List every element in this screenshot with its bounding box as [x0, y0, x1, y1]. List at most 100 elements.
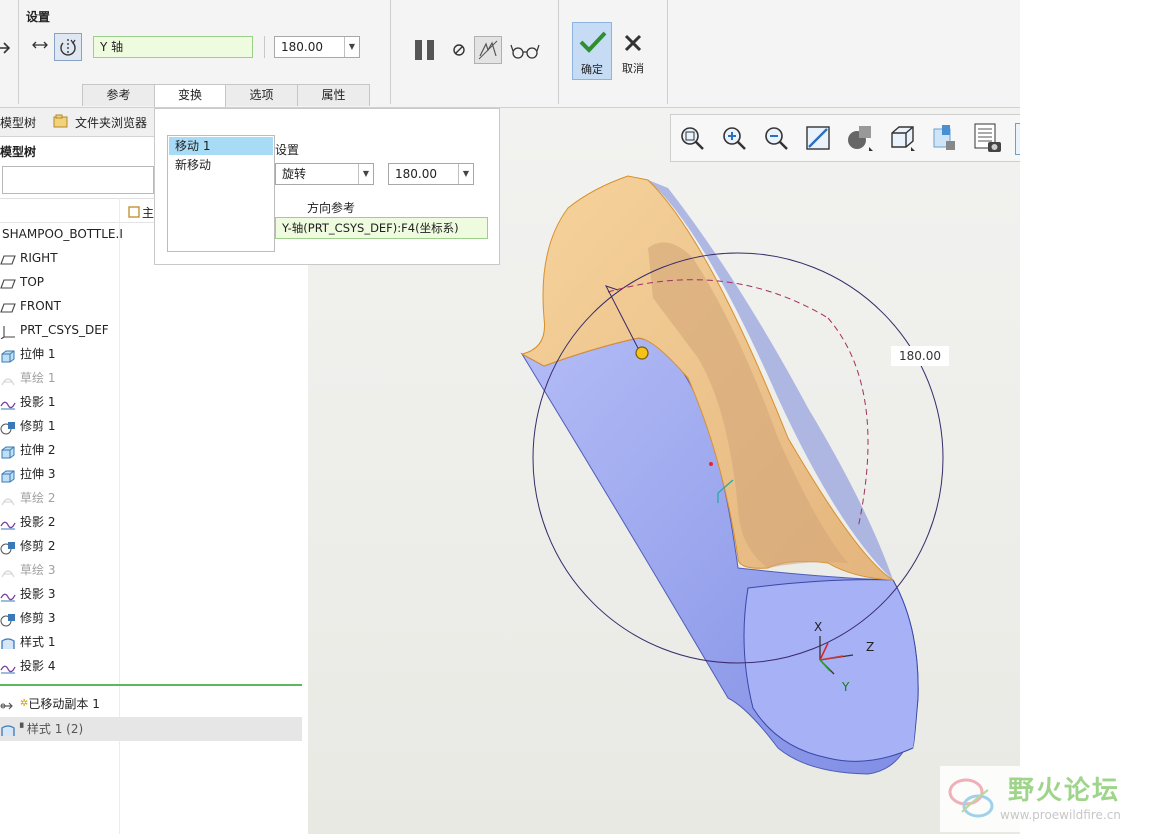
ok-button[interactable]: 确定: [572, 22, 612, 80]
tree-item[interactable]: 拉伸 2: [0, 439, 55, 461]
close-icon: [624, 34, 642, 52]
tab-model-tree[interactable]: 模型树: [0, 114, 36, 131]
translate-arrows-icon[interactable]: [32, 38, 48, 52]
angle-value: 180.00: [395, 167, 437, 181]
list-item-move-1[interactable]: 移动 1: [169, 137, 273, 155]
tree-item-label: 拉伸 1: [20, 347, 56, 361]
tree-item-label: 修剪 1: [20, 419, 56, 433]
tree-item[interactable]: 样式 1: [0, 631, 55, 653]
tree-item[interactable]: 投影 3: [0, 583, 55, 605]
tree-item[interactable]: 投影 4: [0, 655, 55, 677]
sketch-icon: [0, 372, 16, 386]
list-item-new-move[interactable]: 新移动: [169, 156, 273, 174]
cancel-label: 取消: [622, 62, 644, 75]
datum-plane-icon: [0, 276, 16, 290]
tab-transformations[interactable]: 变换: [154, 84, 226, 107]
tree-item[interactable]: 投影 2: [0, 511, 55, 533]
tree-item[interactable]: TOP: [0, 271, 44, 293]
folder-browser-icon: [52, 112, 70, 130]
tree-item[interactable]: 拉伸 1: [0, 343, 55, 365]
model-tree-header: 模型树: [0, 145, 37, 159]
glasses-icon[interactable]: [510, 42, 540, 60]
watermark-url: www.proewildfire.cn: [1000, 808, 1121, 822]
tab-options[interactable]: 选项: [225, 84, 298, 106]
tree-item-label: SHAMPOO_BOTTLE.I: [2, 227, 123, 241]
preview-geometry-icon[interactable]: [474, 36, 502, 64]
chevron-down-icon[interactable]: ▼: [358, 164, 373, 184]
tree-item[interactable]: 草绘 1: [0, 367, 55, 389]
tree-item-label: RIGHT: [20, 251, 58, 265]
tree-item-label: 草绘 1: [20, 371, 56, 385]
tree-item[interactable]: 投影 1: [0, 391, 55, 413]
watermark: 野火论坛 www.proewildfire.cn: [940, 766, 1152, 832]
rotation-axis-field[interactable]: Y 轴: [93, 36, 253, 58]
tree-item-label: FRONT: [20, 299, 61, 313]
popup-angle-input[interactable]: 180.00 ▼: [388, 163, 474, 185]
column-icon: [128, 205, 140, 219]
moved-copy-icon: [0, 698, 16, 712]
extrude-icon: [0, 348, 16, 362]
trim-icon: [0, 540, 16, 554]
style-icon: [0, 723, 16, 737]
tree-item-label: 修剪 3: [20, 611, 56, 625]
tree-item[interactable]: 修剪 2: [0, 535, 55, 557]
settings-section-label: 设置: [26, 10, 51, 24]
tree-item[interactable]: 草绘 2: [0, 487, 55, 509]
project-icon: [0, 396, 16, 410]
tree-item[interactable]: 修剪 1: [0, 415, 55, 437]
tree-item[interactable]: PRT_CSYS_DEF: [0, 319, 109, 341]
drag-handle[interactable]: [635, 346, 649, 360]
angle-dimension-label[interactable]: 180.00: [891, 346, 949, 366]
rotate-mode-button[interactable]: [54, 33, 82, 61]
checkmark-icon: [579, 31, 607, 53]
datum-plane-icon: [0, 300, 16, 314]
insert-indicator: [0, 684, 302, 686]
moves-list: 移动 1 新移动: [167, 135, 275, 252]
tree-item[interactable]: SHAMPOO_BOTTLE.I: [2, 223, 123, 245]
style-icon: [0, 636, 16, 650]
tree-item-label: 样式 1: [20, 635, 56, 649]
sketch-icon: [0, 492, 16, 506]
project-icon: [0, 660, 16, 674]
tree-item-label: 投影 3: [20, 587, 56, 601]
tree-search-input[interactable]: [2, 166, 154, 194]
transform-panel: 移动 1 新移动 设置 旋转 ▼ 180.00 ▼ 方向参考 Y-轴(PRT_C…: [154, 108, 500, 265]
tree-item[interactable]: 拉伸 3: [0, 463, 55, 485]
tree-item-moved-copy[interactable]: ✲已移动副本 1: [0, 693, 100, 715]
insert-marker-icon: ▘: [20, 724, 27, 734]
tree-item-style-copy[interactable]: ▘样式 1 (2): [0, 718, 83, 740]
csys-y-label: Y: [842, 680, 850, 694]
tree-item[interactable]: 草绘 3: [0, 559, 55, 581]
tab-properties[interactable]: 属性: [297, 84, 370, 106]
chevron-down-icon[interactable]: ▼: [344, 37, 359, 57]
angle-value: 180.00: [281, 40, 323, 54]
tab-references[interactable]: 参考: [82, 84, 155, 106]
tree-item-label: 投影 4: [20, 659, 56, 673]
tree-item[interactable]: RIGHT: [0, 247, 58, 269]
butterfly-logo-icon: [948, 778, 994, 818]
no-entry-icon[interactable]: [452, 43, 466, 57]
dashboard-ribbon: 设置 Y 轴 180.00 ▼ 参考 变换 选项 属性 确定 取消: [0, 0, 1020, 108]
rotation-angle-input[interactable]: 180.00 ▼: [274, 36, 360, 58]
tree-item[interactable]: FRONT: [0, 295, 61, 317]
sketch-icon: [0, 564, 16, 578]
tree-item-label: 样式 1 (2): [26, 722, 84, 736]
tree-item-label: 投影 1: [20, 395, 56, 409]
tab-folder-browser[interactable]: 文件夹浏览器: [75, 114, 147, 131]
tree-item-label: TOP: [20, 275, 45, 289]
tree-item[interactable]: 修剪 3: [0, 607, 55, 629]
extrude-icon: [0, 444, 16, 458]
csys-icon: [0, 324, 16, 339]
project-icon: [0, 588, 16, 602]
cancel-button[interactable]: 取消: [616, 22, 650, 80]
pause-icon[interactable]: [412, 38, 438, 62]
chevron-down-icon[interactable]: ▼: [458, 164, 473, 184]
direction-ref-field[interactable]: Y-轴(PRT_CSYS_DEF):F4(坐标系): [275, 217, 488, 239]
tree-item-label: 草绘 2: [20, 491, 56, 505]
transform-type-select[interactable]: 旋转 ▼: [275, 163, 374, 185]
tree-item-label: PRT_CSYS_DEF: [20, 323, 109, 337]
column-header-main: 主: [142, 206, 155, 220]
tree-item-label: 投影 2: [20, 515, 56, 529]
back-arrow-icon[interactable]: [0, 38, 12, 58]
settings-label: 设置: [275, 143, 300, 157]
